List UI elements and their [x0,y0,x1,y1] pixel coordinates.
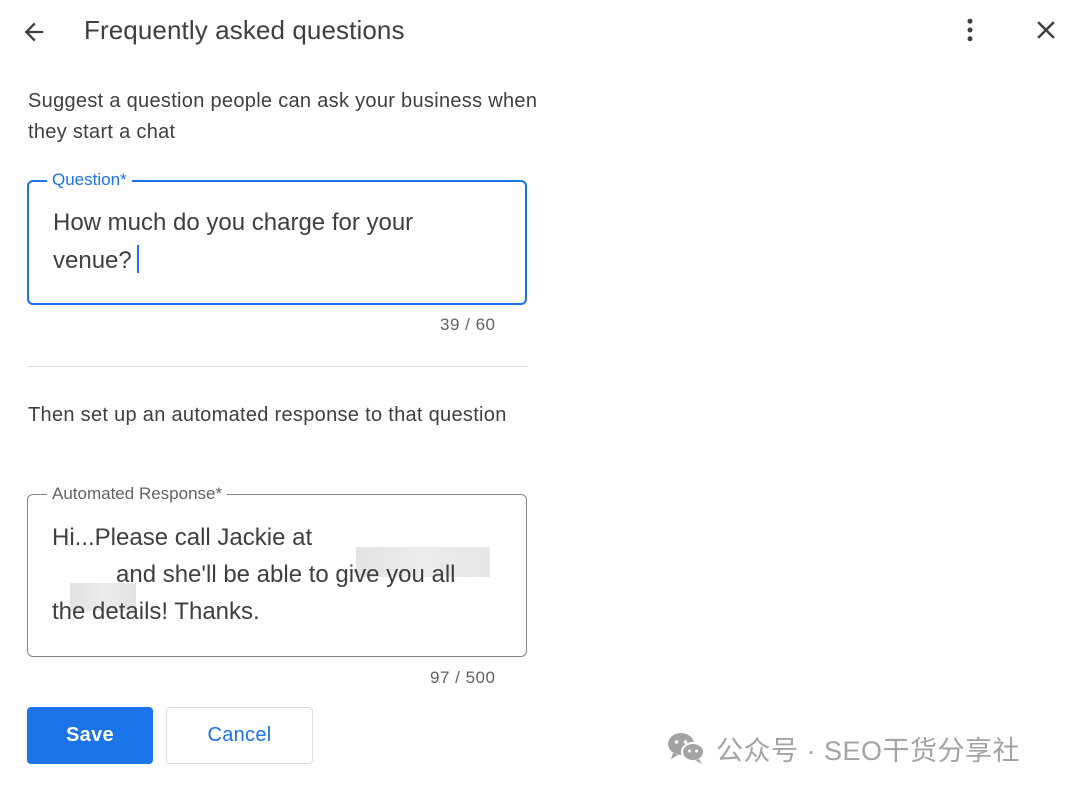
question-input[interactable]: How much do you charge for your venue? [53,204,493,280]
more-vert-icon [967,18,973,42]
automated-response-field[interactable]: Automated Response* Hi...Please call Jac… [27,483,527,657]
response-helper-text: Then set up an automated response to tha… [28,404,507,426]
watermark-text: 公众号 · SEO干货分享社 [716,735,1021,766]
question-field[interactable]: Question* How much do you charge for you… [27,169,527,305]
response-field-label: Automated Response* [47,483,228,505]
response-line-1: Hi...Please call Jackie at [52,524,313,551]
more-options-button[interactable] [950,10,990,50]
text-cursor [136,245,139,273]
wechat-logo-icon [668,733,705,764]
close-icon [1037,21,1055,39]
save-button[interactable]: Save [27,707,153,764]
section-divider [27,366,527,367]
response-line-2: and she'll be able to give you all [116,561,456,588]
response-line-3: the details! Thanks. [52,598,260,625]
question-char-counter: 39 / 60 [440,315,496,334]
question-input-value: How much do you charge for your venue? [53,209,414,274]
back-button[interactable] [14,12,54,52]
page-title: Frequently asked questions [84,15,405,45]
response-char-counter: 97 / 500 [430,668,496,687]
arrow-left-icon [24,22,44,42]
watermark: 公众号 · SEO干货分享社 [666,728,1020,768]
cancel-button[interactable]: Cancel [166,707,313,764]
close-button[interactable] [1026,10,1066,50]
question-helper-text: Suggest a question people can ask your b… [28,90,538,143]
question-field-label: Question* [47,169,132,191]
